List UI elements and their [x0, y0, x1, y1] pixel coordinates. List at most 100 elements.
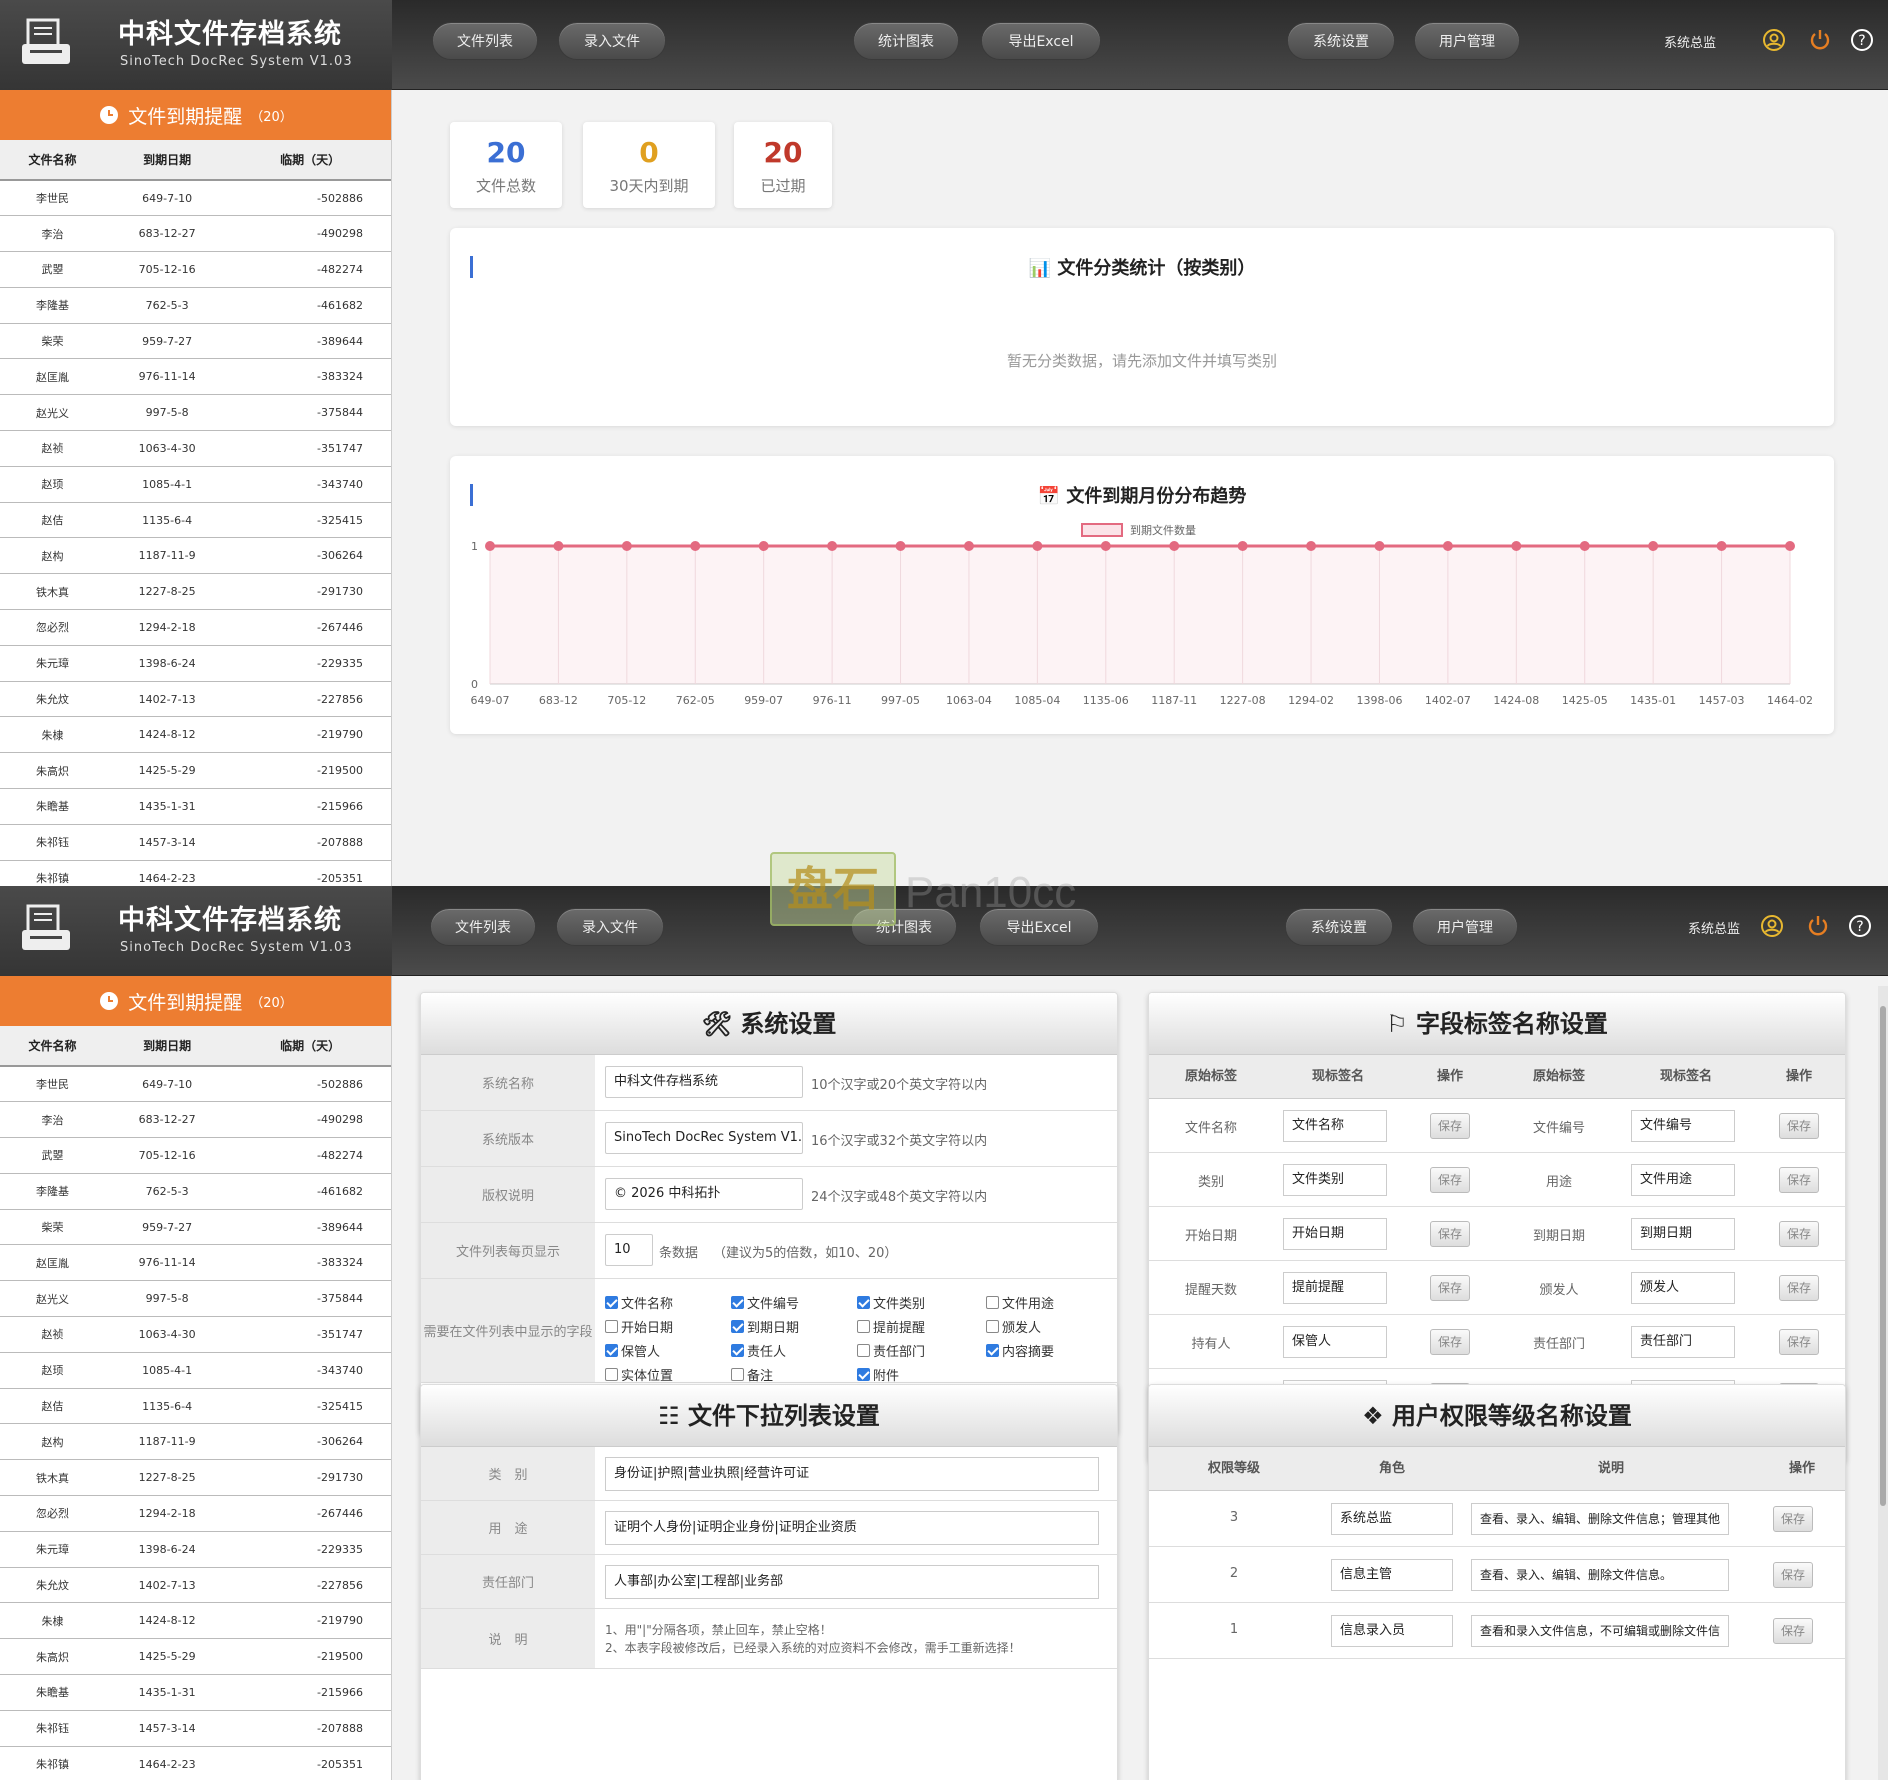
current-label-input[interactable]: 文件用途 [1631, 1164, 1735, 1196]
field-checkbox[interactable]: 实体位置 [605, 1365, 673, 1384]
data-point[interactable] [963, 541, 974, 551]
field-checkbox[interactable]: 责任部门 [857, 1341, 925, 1360]
data-point[interactable] [1032, 541, 1043, 551]
data-point[interactable] [1100, 541, 1111, 551]
checkbox-icon[interactable] [605, 1296, 618, 1309]
checkbox-icon[interactable] [986, 1320, 999, 1333]
data-point[interactable] [827, 541, 838, 551]
expiry-row[interactable]: 铁木真 1227-8-25 -291730 [0, 573, 391, 611]
nav-settings-button[interactable]: 系统设置 [1285, 908, 1393, 946]
field-checkbox[interactable]: 文件用途 [986, 1293, 1054, 1312]
field-checkbox[interactable]: 颁发人 [986, 1317, 1041, 1336]
field-checkbox[interactable]: 保管人 [605, 1341, 660, 1360]
save-label-button[interactable]: 保存 [1779, 1167, 1819, 1193]
data-point[interactable] [1785, 541, 1795, 551]
expiry-row[interactable]: 李世民 649-7-10 -502886 [0, 1066, 391, 1103]
nav-users-button[interactable]: 用户管理 [1412, 908, 1518, 946]
current-label-input[interactable]: 颁发人 [1631, 1272, 1735, 1304]
role-name-input[interactable]: 信息主管 [1331, 1559, 1453, 1591]
save-label-button[interactable]: 保存 [1430, 1221, 1470, 1247]
data-point[interactable] [1511, 541, 1522, 551]
field-checkbox[interactable]: 文件编号 [731, 1293, 799, 1312]
field-checkbox[interactable]: 责任人 [731, 1341, 786, 1360]
current-label-input[interactable]: 文件类别 [1283, 1164, 1387, 1196]
nav-add-file-button[interactable]: 录入文件 [558, 22, 666, 60]
stat-total[interactable]: 20 文件总数 [450, 122, 562, 208]
expiry-row[interactable]: 朱祁钰 1457-3-14 -207888 [0, 824, 391, 861]
per-page-input[interactable]: 10 [605, 1234, 653, 1266]
checkbox-icon[interactable] [605, 1368, 618, 1381]
expiry-row[interactable]: 柴荣 959-7-27 -389644 [0, 1209, 391, 1246]
checkbox-icon[interactable] [857, 1344, 870, 1357]
scrollbar-thumb[interactable] [1880, 1006, 1886, 1506]
data-point[interactable] [1716, 541, 1727, 551]
save-permission-button[interactable]: 保存 [1773, 1562, 1813, 1588]
data-point[interactable] [553, 541, 564, 551]
expiry-row[interactable]: 赵佶 1135-6-4 -325415 [0, 1388, 391, 1425]
field-checkbox[interactable]: 内容摘要 [986, 1341, 1054, 1360]
stat-due-30[interactable]: 0 30天内到期 [583, 122, 715, 208]
col-days-left[interactable]: 临期（天） [229, 1026, 391, 1067]
data-point[interactable] [1306, 541, 1317, 551]
user-profile-icon[interactable] [1762, 28, 1786, 52]
save-label-button[interactable]: 保存 [1430, 1113, 1470, 1139]
col-due-date[interactable]: 到期日期 [104, 1026, 230, 1067]
save-permission-button[interactable]: 保存 [1773, 1618, 1813, 1644]
expiry-row[interactable]: 忽必烈 1294-2-18 -267446 [0, 1495, 391, 1532]
dropdown-options-textarea[interactable]: 身份证|护照|营业执照|经营许可证 [605, 1457, 1099, 1491]
save-label-button[interactable]: 保存 [1779, 1221, 1819, 1247]
data-point[interactable] [485, 541, 495, 551]
checkbox-icon[interactable] [857, 1296, 870, 1309]
checkbox-icon[interactable] [857, 1320, 870, 1333]
checkbox-icon[interactable] [986, 1296, 999, 1309]
current-label-input[interactable]: 文件编号 [1631, 1110, 1735, 1142]
role-desc-input[interactable]: 查看、录入、编辑、删除文件信息；管理其他 [1471, 1503, 1729, 1535]
expiry-row[interactable]: 朱高炽 1425-5-29 -219500 [0, 752, 391, 790]
expiry-row[interactable]: 赵祯 1063-4-30 -351747 [0, 1316, 391, 1353]
field-checkbox[interactable]: 到期日期 [731, 1317, 799, 1336]
checkbox-icon[interactable] [857, 1368, 870, 1381]
expiry-row[interactable]: 朱高炽 1425-5-29 -219500 [0, 1638, 391, 1676]
current-label-input[interactable]: 文件名称 [1283, 1110, 1387, 1142]
expiry-row[interactable]: 赵匡胤 976-11-14 -383324 [0, 358, 391, 396]
data-point[interactable] [1169, 541, 1180, 551]
current-label-input[interactable]: 保管人 [1283, 1326, 1387, 1358]
field-checkbox[interactable]: 开始日期 [605, 1317, 673, 1336]
stat-expired[interactable]: 20 已过期 [734, 122, 832, 208]
current-user[interactable]: 系统总监 [1688, 918, 1740, 937]
checkbox-icon[interactable] [731, 1344, 744, 1357]
field-checkbox[interactable]: 备注 [731, 1365, 773, 1384]
col-due-date[interactable]: 到期日期 [104, 140, 230, 181]
expiry-row[interactable]: 朱元璋 1398-6-24 -229335 [0, 1531, 391, 1568]
current-label-input[interactable]: 开始日期 [1283, 1218, 1387, 1250]
expiry-row[interactable]: 赵光义 997-5-8 -375844 [0, 1280, 391, 1318]
dropdown-options-textarea[interactable]: 人事部|办公室|工程部|业务部 [605, 1565, 1099, 1599]
nav-export-button[interactable]: 导出Excel [981, 22, 1101, 60]
help-icon[interactable]: ? [1848, 914, 1872, 938]
expiry-row[interactable]: 李隆基 762-5-3 -461682 [0, 287, 391, 324]
expiry-row[interactable]: 朱棣 1424-8-12 -219790 [0, 1602, 391, 1640]
data-point[interactable] [621, 541, 632, 551]
expiry-row[interactable]: 赵顼 1085-4-1 -343740 [0, 1352, 391, 1389]
nav-add-file-button[interactable]: 录入文件 [556, 908, 664, 946]
expiry-row[interactable]: 武曌 705-12-16 -482274 [0, 251, 391, 288]
data-point[interactable] [690, 541, 701, 551]
field-checkbox[interactable]: 提前提醒 [857, 1317, 925, 1336]
save-label-button[interactable]: 保存 [1430, 1275, 1470, 1301]
nav-settings-button[interactable]: 系统设置 [1287, 22, 1395, 60]
save-label-button[interactable]: 保存 [1779, 1329, 1819, 1355]
expiry-row[interactable]: 李隆基 762-5-3 -461682 [0, 1173, 391, 1210]
save-permission-button[interactable]: 保存 [1773, 1506, 1813, 1532]
expiry-row[interactable]: 朱祁钰 1457-3-14 -207888 [0, 1710, 391, 1747]
expiry-row[interactable]: 武曌 705-12-16 -482274 [0, 1137, 391, 1174]
user-profile-icon[interactable] [1760, 914, 1784, 938]
power-icon[interactable] [1808, 28, 1832, 52]
save-label-button[interactable]: 保存 [1779, 1275, 1819, 1301]
field-checkbox[interactable]: 附件 [857, 1365, 899, 1384]
col-file-name[interactable]: 文件名称 [0, 140, 105, 181]
role-desc-input[interactable]: 查看和录入文件信息，不可编辑或删除文件信 [1471, 1615, 1729, 1647]
checkbox-icon[interactable] [986, 1344, 999, 1357]
expiry-row[interactable]: 李世民 649-7-10 -502886 [0, 180, 391, 217]
expiry-row[interactable]: 赵构 1187-11-9 -306264 [0, 537, 391, 575]
expiry-row[interactable]: 赵光义 997-5-8 -375844 [0, 394, 391, 432]
